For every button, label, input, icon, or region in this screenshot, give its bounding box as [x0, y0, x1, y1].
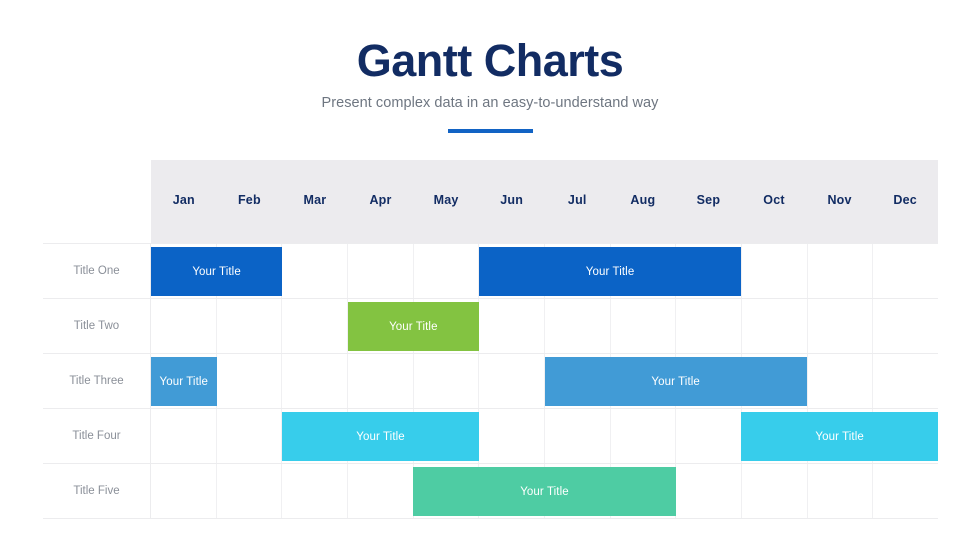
gantt-month-may: May — [433, 193, 459, 207]
gantt-bar[interactable]: Your Title — [741, 412, 938, 461]
gantt-bar-label: Your Title — [520, 485, 569, 498]
slide-canvas: Gantt Charts Present complex data in an … — [0, 0, 980, 551]
gantt-bar[interactable]: Your Title — [347, 302, 479, 351]
gantt-cell[interactable] — [742, 464, 808, 518]
gantt-cell[interactable] — [216, 464, 283, 518]
gantt-row: Title Two — [43, 299, 939, 354]
gantt-chart: Jan Feb Mar Apr May Jun Jul Aug Sep Oct Nov Dec Tit… — [43, 160, 939, 519]
gantt-cell[interactable] — [348, 244, 414, 298]
gantt-cell[interactable] — [282, 354, 349, 408]
gantt-cell[interactable] — [742, 244, 808, 298]
gantt-cell[interactable] — [873, 464, 939, 518]
gantt-cell[interactable] — [282, 464, 349, 518]
gantt-month-sep: Sep — [696, 193, 721, 207]
gantt-cell[interactable] — [216, 354, 283, 408]
gantt-bar-label: Your Title — [192, 265, 241, 278]
gantt-cell[interactable] — [216, 409, 283, 463]
gantt-cell[interactable] — [479, 354, 546, 408]
gantt-bar[interactable]: Your Title — [544, 357, 807, 406]
gantt-cell[interactable] — [676, 409, 743, 463]
gantt-month-jul: Jul — [567, 193, 587, 207]
gantt-bar-label: Your Title — [159, 375, 209, 388]
page-subtitle: Present complex data in an easy-to-under… — [321, 95, 659, 112]
gantt-cell[interactable] — [479, 299, 546, 353]
gantt-cell[interactable] — [413, 354, 480, 408]
gantt-cell[interactable] — [610, 409, 677, 463]
gantt-cell[interactable] — [413, 244, 480, 298]
gantt-month-band: Jan Feb Mar Apr May Jun Jul Aug Sep Oct Nov Dec — [151, 160, 938, 243]
gantt-month-header: Jan Feb Mar Apr May Jun Jul Aug Sep Oct Nov Dec — [43, 160, 938, 243]
gantt-month-aug: Aug — [630, 193, 656, 207]
gantt-cell[interactable] — [676, 464, 743, 518]
gantt-body: Title One Title Two Title Three Title Four T… — [43, 243, 939, 519]
page-title: Gantt Charts — [356, 35, 624, 86]
gantt-cell[interactable] — [216, 299, 283, 353]
gantt-month-oct: Oct — [763, 193, 785, 207]
gantt-month-feb: Feb — [237, 193, 261, 207]
gantt-cell[interactable] — [479, 409, 546, 463]
gantt-bar[interactable]: Your Title — [151, 247, 283, 296]
gantt-row-label: Title Five — [43, 464, 151, 518]
gantt-cell[interactable] — [545, 409, 611, 463]
gantt-month-jan: Jan — [172, 193, 195, 207]
gantt-cell[interactable] — [873, 354, 939, 408]
gantt-month-apr: Apr — [369, 193, 392, 207]
gantt-row-label: Title Two — [43, 299, 151, 353]
gantt-cell[interactable] — [807, 354, 874, 408]
gantt-grid: Jan Feb Mar Apr May Jun Jul Aug Sep Oct Nov Dec Tit… — [43, 160, 939, 519]
gantt-cell[interactable] — [873, 244, 939, 298]
gantt-cell[interactable] — [807, 299, 874, 353]
gantt-bar[interactable]: Your Title — [413, 467, 676, 516]
title-underline-rule — [447, 129, 533, 134]
gantt-bar[interactable]: Your Title — [478, 247, 742, 296]
slide-header: Gantt Charts Present complex data in an … — [0, 35, 980, 134]
gantt-cell[interactable] — [348, 464, 414, 518]
gantt-corner-cell — [43, 160, 151, 243]
gantt-bar-label: Your Title — [585, 265, 635, 278]
gantt-month-dec: Dec — [893, 193, 917, 207]
gantt-bar-label: Your Title — [356, 430, 405, 443]
gantt-month-jun: Jun — [500, 193, 524, 207]
gantt-bar[interactable]: Your Title — [151, 357, 217, 406]
gantt-cell[interactable] — [348, 354, 414, 408]
gantt-cell[interactable] — [151, 409, 217, 463]
gantt-month-mar: Mar — [303, 193, 327, 207]
gantt-cell[interactable] — [807, 244, 874, 298]
gantt-cell[interactable] — [282, 299, 349, 353]
gantt-cell[interactable] — [807, 464, 874, 518]
gantt-row-label: Title Four — [43, 409, 151, 463]
gantt-cell[interactable] — [676, 299, 743, 353]
gantt-cell[interactable] — [873, 299, 939, 353]
gantt-cell[interactable] — [151, 299, 217, 353]
gantt-cell[interactable] — [742, 299, 808, 353]
gantt-row-track — [151, 299, 939, 353]
gantt-bar-label: Your Title — [389, 320, 438, 333]
gantt-bar-label: Your Title — [815, 430, 864, 443]
gantt-cell[interactable] — [282, 244, 349, 298]
gantt-row-label: Title Three — [43, 354, 151, 408]
gantt-row-label: Title One — [43, 244, 151, 298]
gantt-bar[interactable]: Your Title — [282, 412, 479, 461]
gantt-month-nov: Nov — [827, 193, 852, 207]
gantt-cell[interactable] — [151, 464, 217, 518]
gantt-bar-label: Your Title — [651, 375, 700, 388]
gantt-cell[interactable] — [545, 299, 611, 353]
gantt-cell[interactable] — [610, 299, 677, 353]
